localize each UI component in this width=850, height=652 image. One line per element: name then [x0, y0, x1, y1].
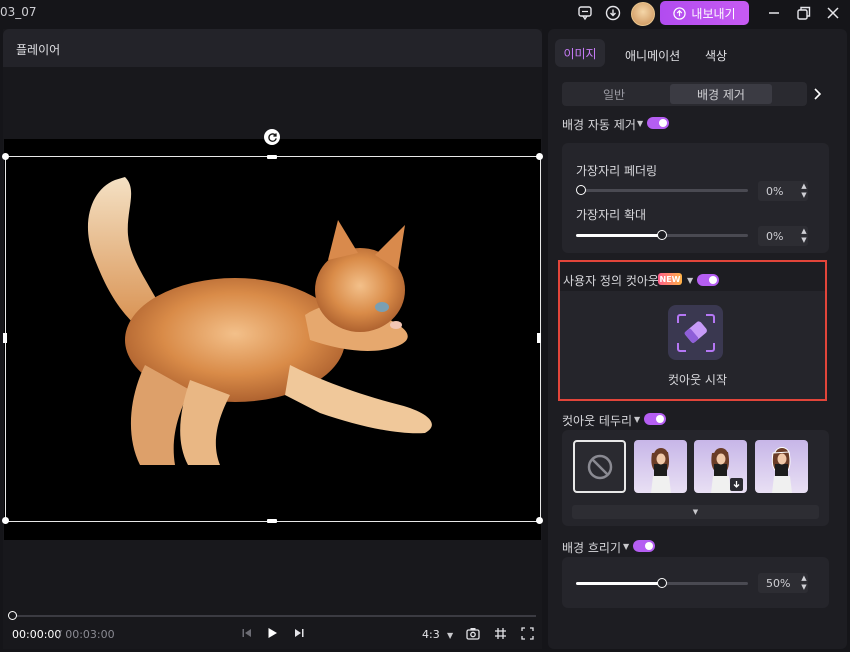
resize-handle[interactable]	[2, 517, 9, 524]
expand-options-button[interactable]: ▼	[572, 505, 819, 519]
rotate-handle-icon[interactable]	[264, 129, 280, 145]
download-icon[interactable]	[603, 3, 623, 23]
resize-handle[interactable]	[536, 153, 543, 160]
current-time: 00:00:00	[12, 628, 62, 641]
next-frame-icon[interactable]	[290, 624, 308, 642]
edge-expand-label: 가장자리 확대	[576, 208, 647, 222]
auto-remove-toggle[interactable]	[647, 117, 669, 129]
export-label: 내보내기	[691, 6, 736, 21]
resize-handle[interactable]	[536, 517, 543, 524]
stepper-icon[interactable]: ▲ ▼	[799, 574, 809, 592]
edge-feather-slider[interactable]	[580, 189, 748, 192]
export-button[interactable]: 내보내기	[660, 1, 749, 25]
resize-handle[interactable]	[267, 519, 277, 523]
camera-icon[interactable]	[464, 624, 482, 642]
resize-handle[interactable]	[3, 333, 7, 343]
total-time: / 00:03:00	[58, 628, 115, 641]
bg-blur-toggle[interactable]	[633, 540, 655, 552]
chevron-down-icon[interactable]: ▼	[447, 631, 453, 640]
border-style-thumb[interactable]	[634, 440, 687, 493]
feedback-icon[interactable]	[575, 3, 595, 23]
resize-handle[interactable]	[2, 153, 9, 160]
subtab-bg-remove[interactable]: 배경 제거	[670, 84, 772, 104]
prohibited-icon	[587, 454, 612, 479]
stepper-icon[interactable]: ▲ ▼	[799, 182, 809, 200]
border-style-thumb[interactable]	[755, 440, 808, 493]
border-none-option[interactable]	[573, 440, 626, 493]
auto-remove-label: 배경 자동 제거	[562, 118, 636, 132]
player-header	[3, 29, 542, 67]
tab-color[interactable]: 색상	[705, 47, 727, 64]
cutout-border-toggle[interactable]	[644, 413, 666, 425]
user-avatar[interactable]	[631, 2, 655, 26]
border-style-thumb[interactable]	[694, 440, 747, 493]
chevron-down-icon[interactable]: ▼	[634, 415, 640, 424]
selection-box[interactable]	[5, 156, 541, 522]
aspect-ratio[interactable]: 4:3	[422, 628, 440, 641]
upload-icon	[673, 6, 687, 20]
resize-handle[interactable]	[267, 155, 277, 159]
chevron-down-icon[interactable]: ▼	[623, 542, 629, 551]
restore-icon[interactable]	[794, 3, 814, 23]
highlight-frame	[558, 260, 827, 401]
playhead[interactable]	[8, 611, 17, 620]
slider-fill	[576, 582, 662, 585]
project-title: 03_07	[0, 5, 37, 19]
grid-icon[interactable]	[491, 624, 509, 642]
close-icon[interactable]	[823, 3, 843, 23]
tab-animation[interactable]: 애니메이션	[625, 47, 680, 64]
play-icon[interactable]	[263, 624, 281, 642]
slider-knob[interactable]	[657, 578, 667, 588]
stepper-icon[interactable]: ▲ ▼	[799, 227, 809, 245]
slider-fill	[576, 234, 662, 237]
player-label: 플레이어	[16, 43, 61, 57]
chevron-right-icon[interactable]	[808, 84, 826, 104]
slider-knob[interactable]	[576, 185, 586, 195]
minimize-icon[interactable]	[764, 3, 784, 23]
tab-image[interactable]: 이미지	[555, 39, 605, 67]
slider-knob[interactable]	[657, 230, 667, 240]
cutout-border-label: 컷아웃 테두리	[562, 414, 633, 428]
chevron-down-icon[interactable]: ▼	[637, 119, 643, 128]
edge-feather-label: 가장자리 페더링	[576, 164, 658, 178]
fullscreen-icon[interactable]	[518, 624, 536, 642]
playback-progress[interactable]	[12, 615, 536, 617]
prev-frame-icon[interactable]	[238, 624, 256, 642]
bg-blur-label: 배경 흐리기	[562, 541, 622, 555]
chevron-down-icon: ▼	[692, 508, 699, 516]
resize-handle[interactable]	[537, 333, 541, 343]
subtab-general[interactable]: 일반	[562, 82, 666, 106]
